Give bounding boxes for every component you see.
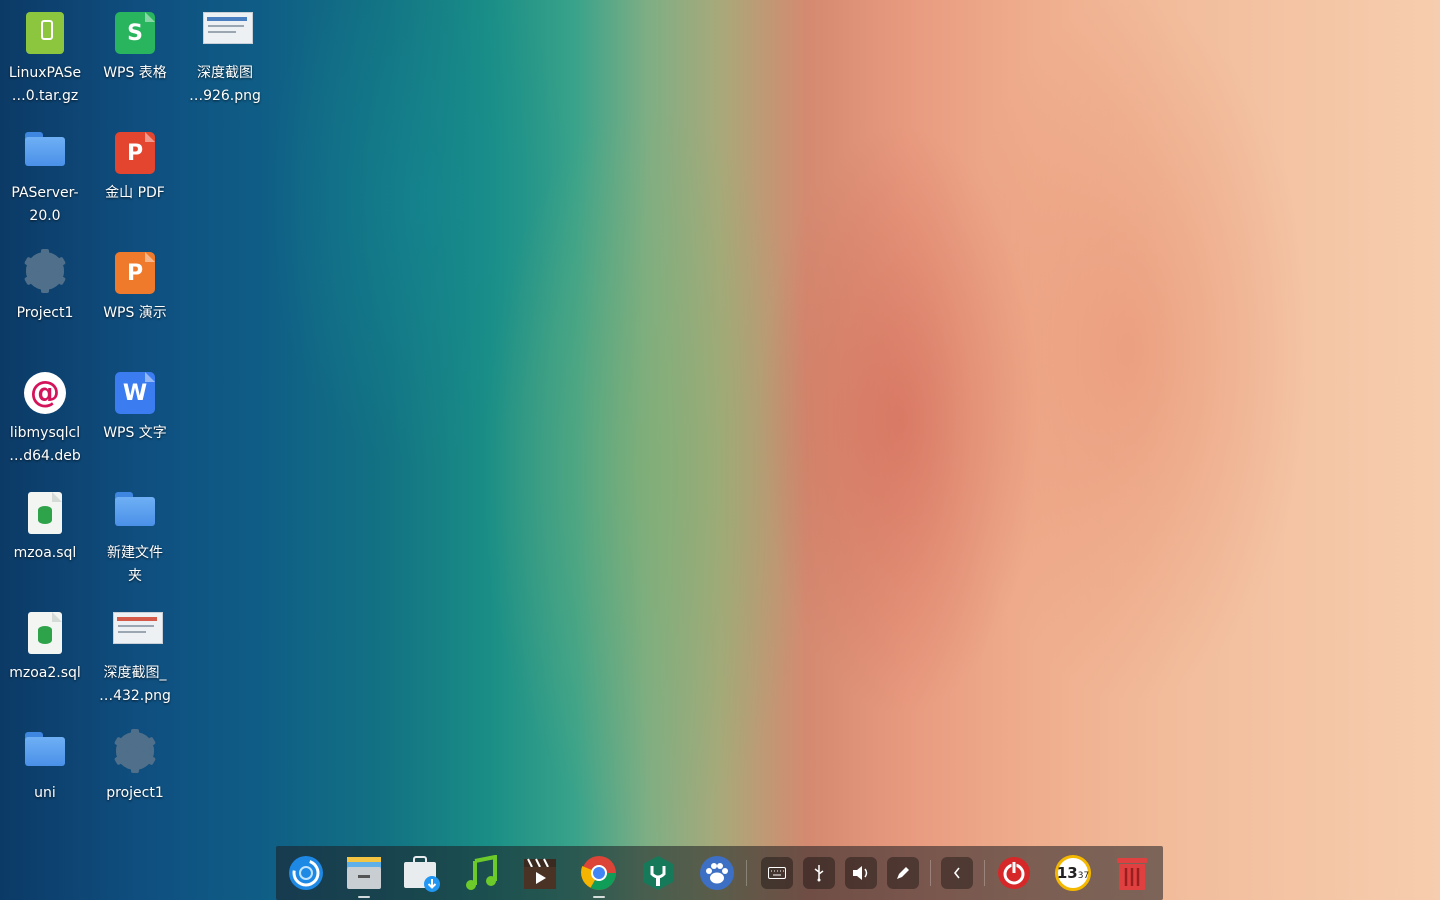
desktop-icon-mzoa-sql[interactable]: mzoa.sql [0, 480, 90, 565]
image-thumbnail-icon [113, 612, 163, 644]
usb-icon [814, 865, 824, 882]
tray-collapse-button[interactable] [941, 857, 973, 889]
icon-label: 金山 PDF [105, 185, 165, 201]
icon-label: uni [34, 785, 56, 801]
icon-label-line2: …0.tar.gz [11, 88, 79, 104]
folder-icon [25, 732, 65, 766]
pen-icon [897, 867, 909, 879]
icon-label: project1 [106, 785, 164, 801]
desktop-icon-kingsoft-pdf[interactable]: P 金山 PDF [90, 120, 180, 205]
icon-label: mzoa2.sql [9, 665, 81, 681]
icon-label: PAServer- [11, 185, 79, 201]
desktop-icon-wps-spreadsheet[interactable]: S WPS 表格 [90, 0, 180, 85]
wps-spreadsheet-icon: S [115, 12, 155, 54]
icon-label: WPS 文字 [103, 425, 167, 441]
volume-tray-button[interactable] [845, 857, 877, 889]
music-player-button[interactable] [461, 853, 501, 893]
desktop: LinuxPASe …0.tar.gz PAServer- 20.0 Proje… [0, 0, 1440, 840]
usb-tray-button[interactable] [803, 857, 835, 889]
icon-label: 深度截图_ [103, 665, 167, 681]
debian-package-icon: @ [24, 372, 66, 414]
desktop-icon-linuxpaserver-archive[interactable]: LinuxPASe …0.tar.gz [0, 0, 90, 108]
collapse-arrow-icon [953, 867, 960, 879]
icon-label-line2: …926.png [189, 88, 261, 104]
clock-hour: 13 [1056, 864, 1078, 882]
clock-widget[interactable]: 13 37 [1053, 853, 1093, 893]
folder-icon [115, 492, 155, 526]
desktop-icon-wps-writer[interactable]: W WPS 文字 [90, 360, 180, 445]
icon-label: WPS 演示 [103, 305, 167, 321]
desktop-icon-paserver-folder[interactable]: PAServer- 20.0 [0, 120, 90, 228]
executable-gear-icon [113, 729, 157, 773]
desktop-icon-screenshot-926[interactable]: 深度截图 …926.png [180, 0, 270, 108]
app-store-button[interactable] [402, 853, 442, 893]
launcher-button[interactable] [286, 853, 326, 893]
wps-presentation-icon: P [115, 252, 155, 294]
desktop-icon-project1-executable[interactable]: Project1 [0, 240, 90, 325]
keyboard-tray-button[interactable] [761, 857, 793, 889]
pdf-app-icon: P [115, 132, 155, 174]
icon-label-line2: 20.0 [29, 208, 61, 224]
icon-label: 深度截图 [197, 65, 253, 81]
dock: 13 37 [276, 846, 1163, 900]
icon-label-line2: …d64.deb [9, 448, 81, 464]
desktop-icon-new-folder[interactable]: 新建文件 夹 [90, 480, 180, 588]
desktop-icon-screenshot-432[interactable]: 深度截图_ …432.png [90, 600, 180, 708]
image-thumbnail-icon [203, 12, 253, 44]
icon-label: 新建文件 [107, 545, 163, 561]
file-manager-icon [347, 857, 381, 889]
icon-label-line2: 夹 [128, 568, 142, 584]
icon-label: LinuxPASe [8, 65, 82, 81]
chrome-icon [581, 856, 616, 890]
icon-label-line2: …432.png [99, 688, 171, 704]
trash-button[interactable] [1112, 853, 1152, 893]
movie-player-button[interactable] [520, 853, 560, 893]
music-icon [466, 855, 497, 890]
launcher-icon [289, 856, 323, 890]
dock-separator [930, 860, 931, 886]
dock-separator [746, 860, 747, 886]
icon-label: Project1 [16, 305, 74, 321]
desktop-icon-mzoa2-sql[interactable]: mzoa2.sql [0, 600, 90, 685]
shutdown-button[interactable] [994, 853, 1034, 893]
icon-label: libmysqlcl [9, 425, 81, 441]
folder-icon [25, 132, 65, 166]
icon-label: WPS 表格 [103, 65, 167, 81]
executable-gear-icon [23, 249, 67, 293]
trash-icon [1117, 858, 1147, 890]
clock-minute: 37 [1077, 871, 1090, 881]
file-manager-button[interactable] [344, 853, 384, 898]
paw-app-icon [700, 856, 734, 890]
dock-separator [984, 860, 985, 886]
pen-tray-button[interactable] [887, 857, 919, 889]
desktop-icon-libmysql-deb[interactable]: @ libmysqlcl …d64.deb [0, 360, 90, 468]
sql-file-icon [28, 612, 62, 654]
keyboard-icon [768, 867, 786, 879]
power-icon [998, 857, 1030, 889]
archive-icon [26, 12, 64, 54]
clock-face: 13 37 [1055, 855, 1091, 891]
desktop-icon-project1-lower[interactable]: project1 [90, 720, 180, 805]
movie-icon [524, 858, 556, 889]
desktop-icon-wps-presentation[interactable]: P WPS 演示 [90, 240, 180, 325]
wps-writer-icon: W [115, 372, 155, 414]
paw-app-button[interactable] [697, 853, 737, 893]
terminal-app-button[interactable] [638, 853, 678, 893]
volume-icon [853, 866, 868, 880]
desktop-icon-uni-folder[interactable]: uni [0, 720, 90, 805]
sql-file-icon [28, 492, 62, 534]
chrome-browser-button[interactable] [579, 853, 619, 898]
icon-label: mzoa.sql [13, 545, 77, 561]
terminal-app-icon [643, 856, 673, 890]
app-store-icon [404, 856, 440, 892]
